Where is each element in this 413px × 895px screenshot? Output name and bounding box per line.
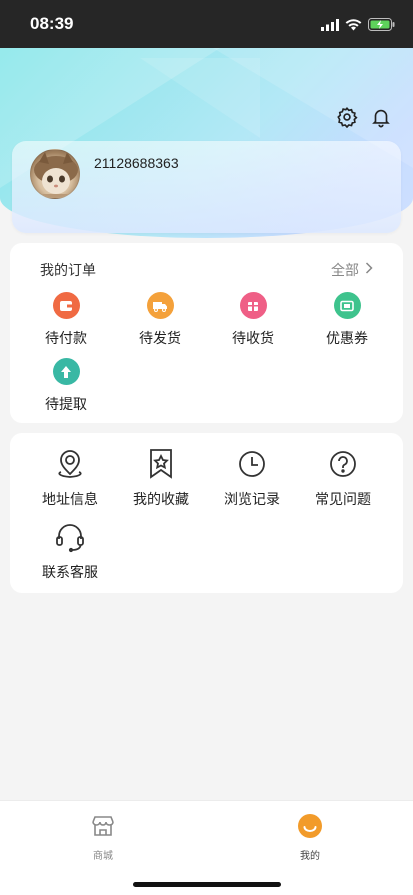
gear-icon [336, 106, 358, 132]
order-item-pending-payment[interactable]: 待付款 [21, 292, 111, 348]
notification-button[interactable] [368, 106, 394, 132]
order-item-label: 优惠券 [326, 331, 368, 347]
view-all-orders-link[interactable]: 全部 [331, 260, 373, 280]
order-item-pending-pickup[interactable]: 待提取 [21, 358, 111, 414]
order-item-label: 待提取 [45, 397, 87, 413]
username: 21128688363 [94, 155, 179, 171]
settings-button[interactable] [334, 106, 360, 132]
order-item-label: 待付款 [45, 331, 87, 347]
pickup-icon [52, 358, 80, 385]
tab-mine[interactable]: 我的 [270, 813, 350, 862]
tab-store[interactable]: 商城 [63, 813, 143, 862]
service-item-label: 联系客服 [42, 565, 98, 581]
clock-icon [235, 447, 269, 481]
order-item-label: 待收货 [232, 331, 274, 347]
service-item-faq[interactable]: 常见问题 [298, 447, 388, 509]
status-icons [321, 16, 395, 35]
service-item-label: 我的收藏 [133, 492, 189, 508]
service-item-favorites[interactable]: 我的收藏 [116, 447, 206, 509]
service-item-address[interactable]: 地址信息 [25, 447, 115, 509]
status-time: 08:39 [30, 14, 74, 33]
truck-icon [146, 292, 174, 319]
bell-icon [370, 106, 392, 132]
order-item-coupons[interactable]: 优惠券 [302, 292, 392, 348]
order-item-label: 待发货 [139, 331, 181, 347]
wallet-icon [52, 292, 80, 319]
tab-label: 我的 [300, 851, 320, 862]
chevron-right-icon [365, 262, 373, 278]
question-icon [326, 447, 360, 481]
service-item-label: 常见问题 [315, 492, 371, 508]
service-item-customer-service[interactable]: 联系客服 [25, 520, 115, 582]
orders-title: 我的订单 [40, 263, 96, 279]
profile-card[interactable]: 21128688363 [12, 141, 401, 233]
battery-icon [368, 16, 395, 35]
signal-icon [321, 16, 339, 35]
service-item-history[interactable]: 浏览记录 [207, 447, 297, 509]
coupon-icon [333, 292, 361, 319]
service-item-label: 地址信息 [42, 492, 98, 508]
bottom-tab-bar: 商城 我的 [0, 800, 413, 895]
bookmark-star-icon [144, 447, 178, 481]
services-card: 地址信息 我的收藏 浏览记录 常见问题 联系客服 [10, 433, 403, 593]
order-item-pending-receipt[interactable]: 待收货 [208, 292, 298, 348]
orders-card: 我的订单 全部 待付款 待发货 待收货 优惠券 待提取 [10, 243, 403, 423]
view-all-label: 全部 [331, 263, 359, 279]
order-item-pending-shipment[interactable]: 待发货 [115, 292, 205, 348]
location-pin-icon [53, 447, 87, 481]
status-bar: 08:39 [0, 0, 413, 48]
headset-icon [53, 520, 87, 554]
tab-label: 商城 [93, 851, 113, 862]
smile-icon [297, 813, 323, 843]
service-item-label: 浏览记录 [224, 492, 280, 508]
home-indicator [133, 882, 281, 887]
avatar[interactable] [30, 149, 80, 199]
store-icon [90, 813, 116, 843]
package-icon [239, 292, 267, 319]
wifi-icon [345, 16, 362, 35]
